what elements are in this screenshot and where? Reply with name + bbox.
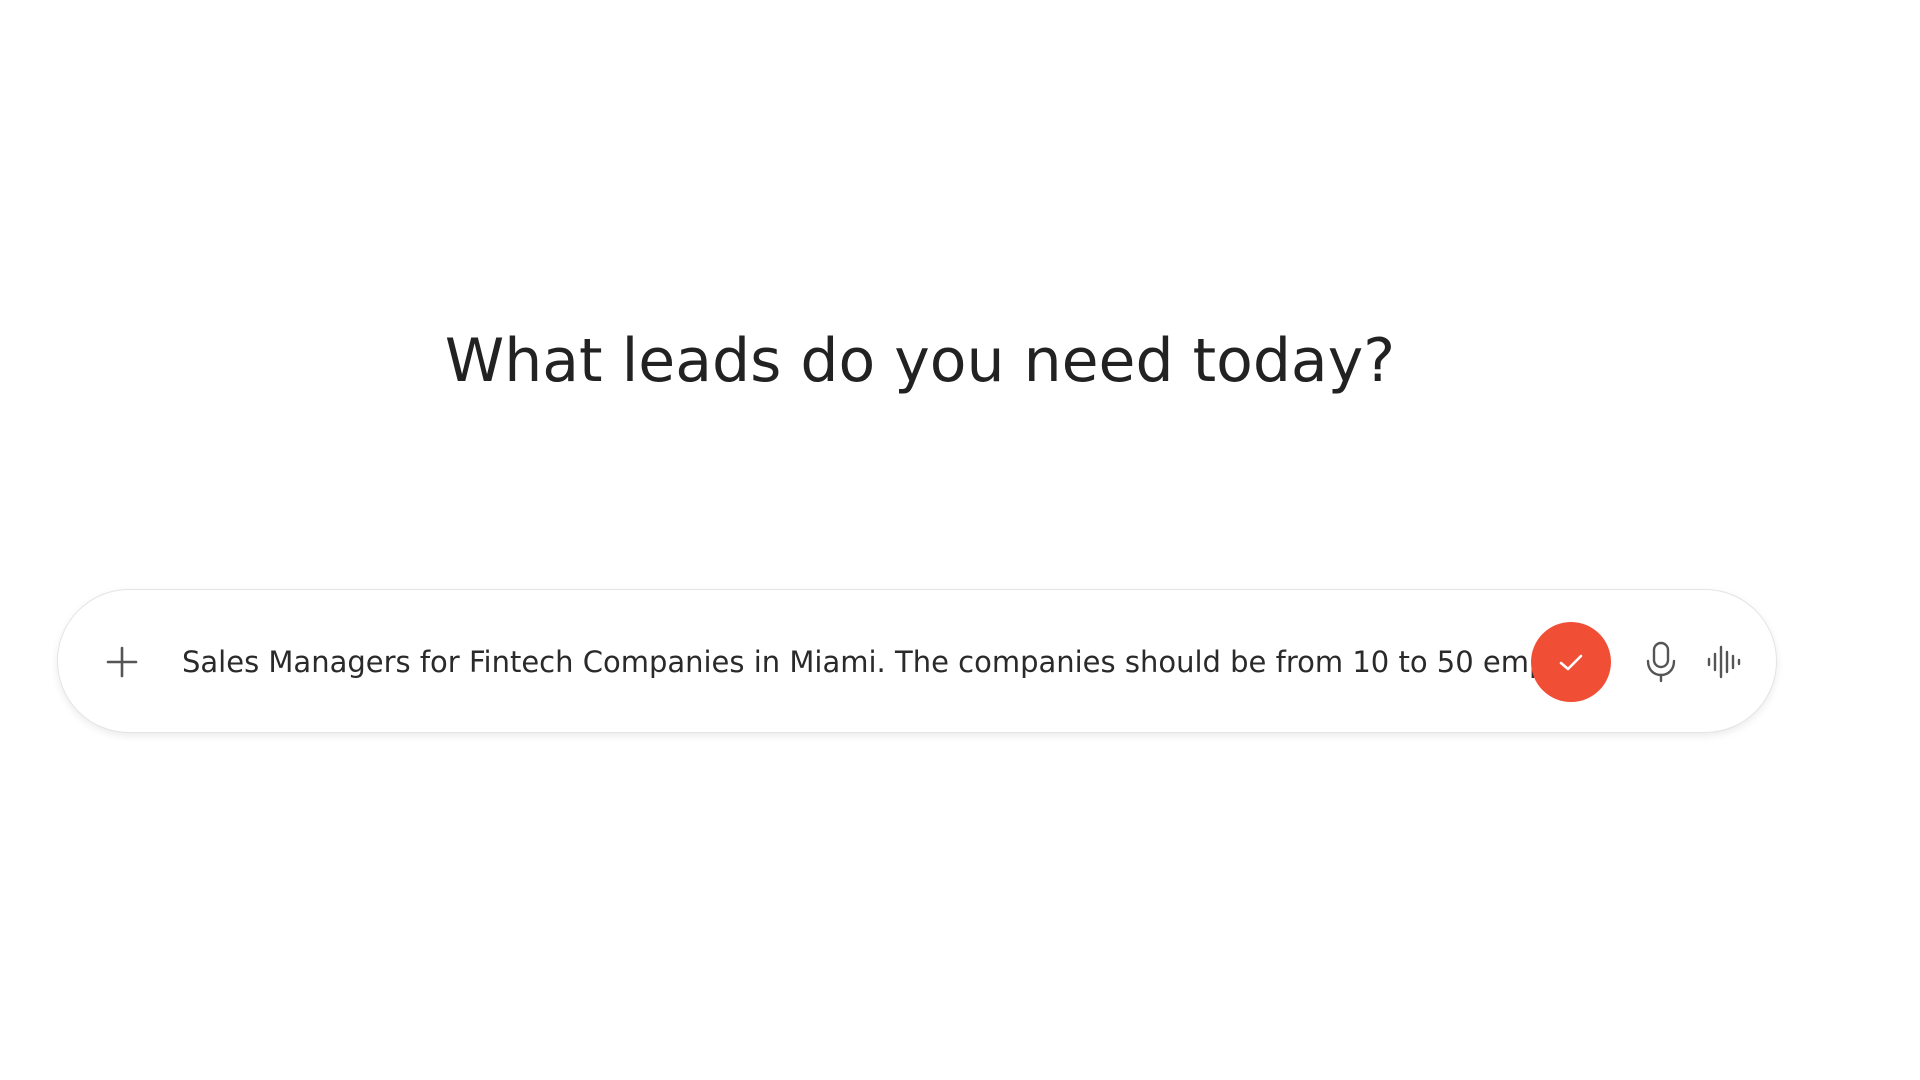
submit-button[interactable] bbox=[1531, 622, 1611, 702]
checkmark-icon bbox=[1556, 647, 1586, 677]
page: What leads do you need today? bbox=[0, 0, 1920, 1080]
dictate-button[interactable] bbox=[1631, 632, 1691, 692]
prompt-composer bbox=[57, 589, 1777, 733]
plus-icon bbox=[105, 645, 139, 679]
microphone-icon bbox=[1643, 640, 1679, 684]
voice-mode-button[interactable] bbox=[1694, 632, 1754, 692]
page-title: What leads do you need today? bbox=[444, 326, 1396, 396]
prompt-input[interactable] bbox=[182, 634, 1552, 690]
audio-waveform-icon bbox=[1704, 642, 1744, 682]
add-attachment-button[interactable] bbox=[92, 632, 152, 692]
